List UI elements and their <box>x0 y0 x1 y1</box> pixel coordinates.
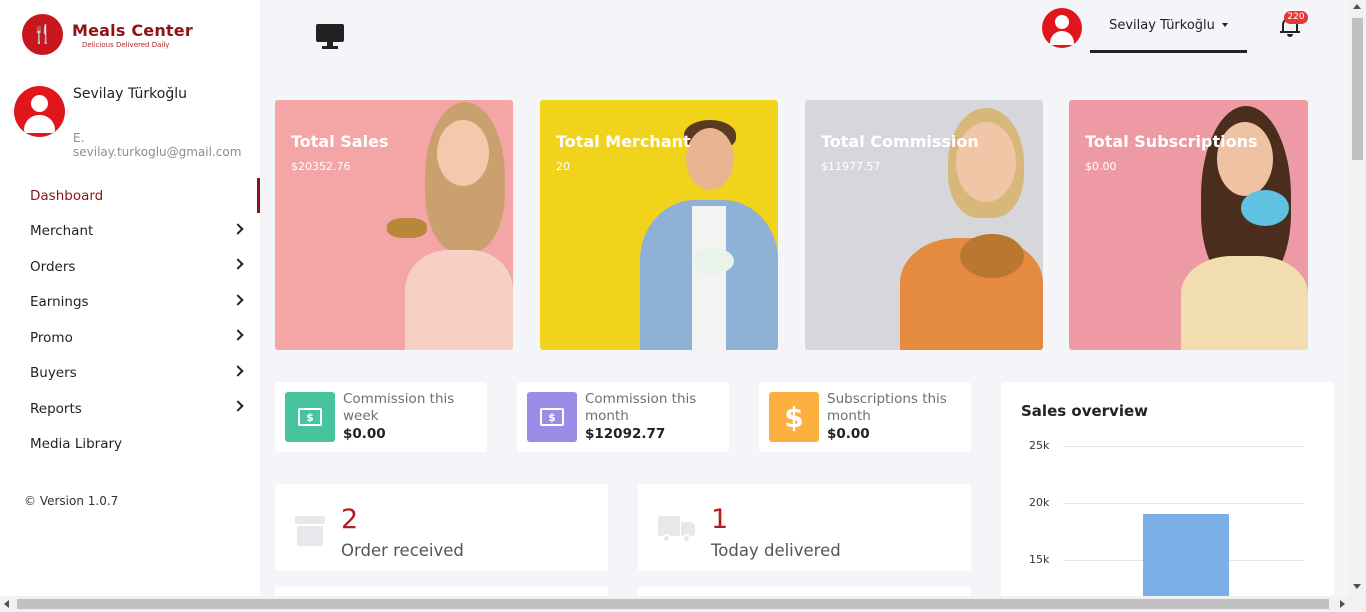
chevron-right-icon <box>232 400 244 412</box>
sidebar-item-reports[interactable]: Reports <box>0 391 260 427</box>
header-avatar[interactable] <box>1042 8 1082 48</box>
stat-subscriptions-month: $ Subscriptions this month $0.00 <box>759 382 971 452</box>
dollar-icon: $ <box>769 392 819 442</box>
chart-bar[interactable] <box>1143 514 1229 597</box>
card-value: $20352.76 <box>291 160 351 173</box>
chart-y-tick: 15k <box>1029 553 1050 566</box>
sidebar-item-earnings[interactable]: Earnings <box>0 285 260 321</box>
stat-label: Subscriptions this month <box>827 391 947 424</box>
caret-down-icon <box>1221 23 1228 27</box>
profile-name: Sevilay Türkoğlu <box>73 86 187 102</box>
card-title: Total Commission <box>821 132 979 151</box>
notification-badge: 220 <box>1284 11 1308 24</box>
stat-label: Commission this week <box>343 391 455 424</box>
chevron-right-icon <box>232 364 244 377</box>
horizontal-scrollbar[interactable] <box>0 596 1366 612</box>
order-label: Order received <box>341 541 464 560</box>
stat-commission-month: $ Commission this month $12092.77 <box>517 382 729 452</box>
card-total-merchant[interactable]: Total Merchant 20 <box>540 100 778 350</box>
sidebar-item-label: Orders <box>30 258 76 275</box>
money-bill-icon: $ <box>527 392 577 442</box>
profile-email: E. sevilay.turkoglu@gmail.com <box>73 131 242 159</box>
money-bill-icon: $ <box>285 392 335 442</box>
sidebar-item-dashboard[interactable]: Dashboard <box>0 178 260 214</box>
chart-y-tick: 25k <box>1029 439 1050 452</box>
promo-photo <box>387 100 513 350</box>
chevron-right-icon <box>232 258 244 270</box>
card-total-sales[interactable]: Total Sales $20352.76 <box>275 100 513 350</box>
vertical-scrollbar[interactable] <box>1349 0 1366 596</box>
sales-overview-title: Sales overview <box>1021 402 1148 420</box>
card-value: $0.00 <box>1085 160 1117 173</box>
sidebar-item-promo[interactable]: Promo <box>0 320 260 356</box>
sidebar-item-orders[interactable]: Orders <box>0 249 260 285</box>
order-label: Today delivered <box>711 541 841 560</box>
sidebar-item-label: Buyers <box>30 365 77 382</box>
stat-value: $12092.77 <box>585 426 666 442</box>
sidebar-menu: Dashboard Merchant Orders Earnings Promo… <box>0 178 260 462</box>
brand-tagline: Delicious Delivered Daily <box>82 40 170 49</box>
stat-label: Commission this month <box>585 391 697 424</box>
sidebar-profile: Sevilay Türkoğlu E. sevilay.turkoglu@gma… <box>14 86 254 159</box>
sales-overview-card: Sales overview 25k 20k 15k <box>1001 382 1334 597</box>
chevron-right-icon <box>232 293 244 306</box>
sidebar-item-buyers[interactable]: Buyers <box>0 356 260 392</box>
promo-photo <box>640 120 778 350</box>
card-value: $11977.57 <box>821 160 881 173</box>
user-dropdown[interactable]: Sevilay Türkoğlu <box>1090 8 1247 53</box>
card-title: Total Sales <box>291 132 389 151</box>
card-total-subscriptions[interactable]: Total Subscriptions $0.00 <box>1069 100 1308 350</box>
today-delivered-card[interactable]: 1 Today delivered <box>638 484 971 571</box>
sidebar-item-label: Dashboard <box>30 187 104 204</box>
brand-name: Meals Center <box>72 20 193 40</box>
stat-value: $0.00 <box>343 426 386 442</box>
logo-utensils-icon: 🍴 <box>22 14 63 55</box>
sidebar-item-merchant[interactable]: Merchant <box>0 214 260 250</box>
card-title: Total Merchant <box>556 132 691 151</box>
sidebar: 🍴 Meals Center Delicious Delivered Daily… <box>0 0 260 612</box>
stat-value: $0.00 <box>827 426 870 442</box>
avatar[interactable] <box>14 86 65 137</box>
order-count: 1 <box>711 504 729 535</box>
chart-y-tick: 20k <box>1029 496 1050 509</box>
monitor-icon[interactable] <box>316 24 344 50</box>
chevron-right-icon <box>232 222 244 235</box>
card-value: 20 <box>556 160 570 173</box>
chart-gridline <box>1063 446 1304 447</box>
sidebar-item-label: Promo <box>30 329 73 346</box>
sidebar-item-media-library[interactable]: Media Library <box>0 427 260 463</box>
user-dropdown-label: Sevilay Türkoğlu <box>1109 17 1215 33</box>
sidebar-item-label: Media Library <box>30 436 123 453</box>
order-received-card[interactable]: 2 Order received <box>275 484 608 571</box>
sidebar-item-label: Earnings <box>30 294 89 311</box>
stat-commission-week: $ Commission this week $0.00 <box>275 382 487 452</box>
card-title: Total Subscriptions <box>1085 132 1258 151</box>
chevron-right-icon <box>232 329 244 341</box>
card-total-commission[interactable]: Total Commission $11977.57 <box>805 100 1043 350</box>
brand-logo[interactable]: 🍴 Meals Center Delicious Delivered Daily <box>22 14 193 55</box>
sidebar-item-label: Merchant <box>30 223 94 240</box>
order-count: 2 <box>341 504 359 535</box>
sidebar-item-label: Reports <box>30 400 82 417</box>
version-text: © Version 1.0.7 <box>24 494 119 508</box>
chart-gridline <box>1063 503 1304 504</box>
